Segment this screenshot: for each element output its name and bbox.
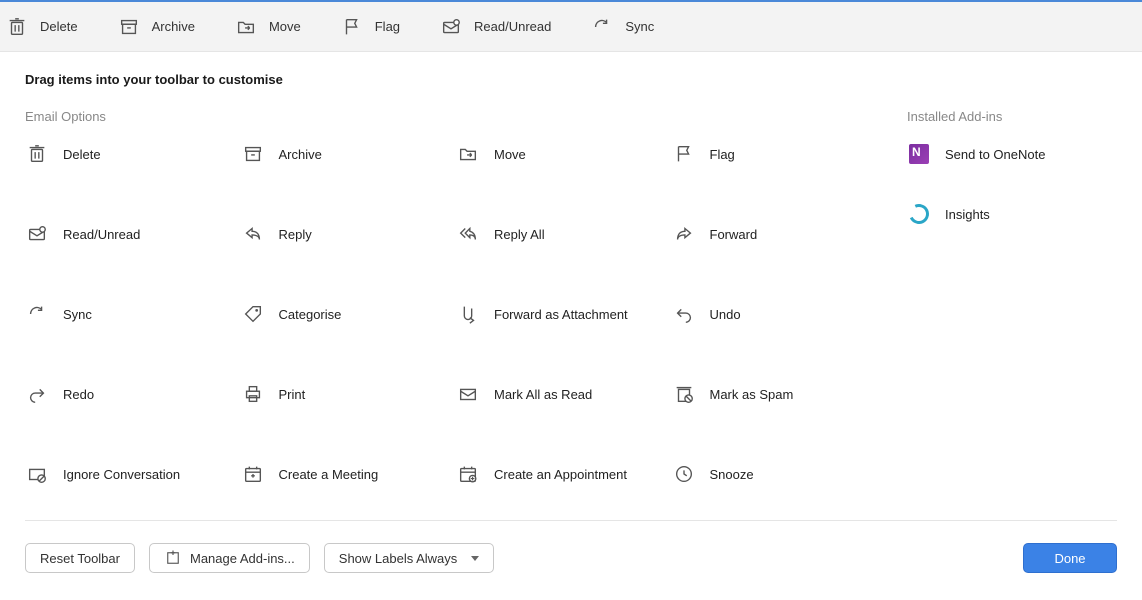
email-options-header: Email Options [25, 109, 877, 124]
option-undo[interactable]: Undo [672, 302, 878, 326]
toolbar-label: Sync [625, 19, 654, 34]
option-label: Move [494, 147, 526, 162]
toolbar-label: Read/Unread [474, 19, 551, 34]
option-categorise[interactable]: Categorise [241, 302, 447, 326]
option-label: Undo [710, 307, 741, 322]
option-flag[interactable]: Flag [672, 142, 878, 166]
sync-icon [591, 16, 613, 38]
ignoreconv-icon [25, 462, 49, 486]
move-icon [235, 16, 257, 38]
option-redo[interactable]: Redo [25, 382, 231, 406]
option-label: Reply All [494, 227, 545, 242]
option-label: Mark All as Read [494, 387, 592, 402]
option-label: Archive [279, 147, 322, 162]
toolbar-item-archive[interactable]: Archive [118, 16, 195, 38]
move-icon [456, 142, 480, 166]
option-label: Redo [63, 387, 94, 402]
forward-icon [672, 222, 696, 246]
option-createappt[interactable]: Create an Appointment [456, 462, 662, 486]
button-label: Done [1054, 551, 1085, 566]
option-label: Print [279, 387, 306, 402]
insights-icon [907, 202, 931, 226]
toolbar-label: Flag [375, 19, 400, 34]
button-label: Reset Toolbar [40, 551, 120, 566]
option-label: Mark as Spam [710, 387, 794, 402]
footer-bar: Reset Toolbar Manage Add-ins... Show Lab… [25, 520, 1117, 573]
onenote-icon [907, 142, 931, 166]
addins-header: Installed Add-ins [907, 109, 1117, 124]
toolbar-item-delete[interactable]: Delete [6, 16, 78, 38]
option-label: Create a Meeting [279, 467, 379, 482]
option-reply[interactable]: Reply [241, 222, 447, 246]
option-label: Delete [63, 147, 101, 162]
option-move[interactable]: Move [456, 142, 662, 166]
addin-icon [164, 549, 182, 567]
flag-icon [341, 16, 363, 38]
addin-onenote[interactable]: Send to OneNote [907, 142, 1117, 166]
option-label: Forward [710, 227, 758, 242]
show-labels-dropdown[interactable]: Show Labels Always [324, 543, 495, 573]
categorise-icon [241, 302, 265, 326]
toolbar-label: Delete [40, 19, 78, 34]
sync-icon [25, 302, 49, 326]
option-ignoreconv[interactable]: Ignore Conversation [25, 462, 231, 486]
option-label: Flag [710, 147, 735, 162]
undo-icon [672, 302, 696, 326]
addin-label: Send to OneNote [945, 147, 1045, 162]
option-createmeeting[interactable]: Create a Meeting [241, 462, 447, 486]
option-replyall[interactable]: Reply All [456, 222, 662, 246]
readunread-icon [25, 222, 49, 246]
option-delete[interactable]: Delete [25, 142, 231, 166]
replyall-icon [456, 222, 480, 246]
fwdattach-icon [456, 302, 480, 326]
delete-icon [6, 16, 28, 38]
option-label: Ignore Conversation [63, 467, 180, 482]
option-label: Forward as Attachment [494, 307, 628, 322]
button-label: Manage Add-ins... [190, 551, 295, 566]
button-label: Show Labels Always [339, 551, 458, 566]
addin-label: Insights [945, 207, 990, 222]
option-forward[interactable]: Forward [672, 222, 878, 246]
instruction-text: Drag items into your toolbar to customis… [0, 52, 1142, 87]
reset-toolbar-button[interactable]: Reset Toolbar [25, 543, 135, 573]
reply-icon [241, 222, 265, 246]
markallread-icon [456, 382, 480, 406]
toolbar: Delete Archive Move Flag Read/Unread Syn… [0, 0, 1142, 52]
toolbar-item-move[interactable]: Move [235, 16, 301, 38]
flag-icon [672, 142, 696, 166]
option-label: Create an Appointment [494, 467, 627, 482]
option-print[interactable]: Print [241, 382, 447, 406]
manage-addins-button[interactable]: Manage Add-ins... [149, 543, 310, 573]
option-label: Read/Unread [63, 227, 140, 242]
toolbar-item-flag[interactable]: Flag [341, 16, 400, 38]
readunread-icon [440, 16, 462, 38]
markspam-icon [672, 382, 696, 406]
toolbar-item-sync[interactable]: Sync [591, 16, 654, 38]
option-label: Categorise [279, 307, 342, 322]
snooze-icon [672, 462, 696, 486]
createappt-icon [456, 462, 480, 486]
option-snooze[interactable]: Snooze [672, 462, 878, 486]
option-readunread[interactable]: Read/Unread [25, 222, 231, 246]
toolbar-label: Move [269, 19, 301, 34]
toolbar-item-readunread[interactable]: Read/Unread [440, 16, 551, 38]
print-icon [241, 382, 265, 406]
option-label: Reply [279, 227, 312, 242]
email-options-grid: Delete Archive Move Flag Read/Unread Rep… [25, 142, 877, 486]
option-markallread[interactable]: Mark All as Read [456, 382, 662, 406]
option-archive[interactable]: Archive [241, 142, 447, 166]
archive-icon [118, 16, 140, 38]
done-button[interactable]: Done [1023, 543, 1117, 573]
delete-icon [25, 142, 49, 166]
option-markspam[interactable]: Mark as Spam [672, 382, 878, 406]
option-fwdattach[interactable]: Forward as Attachment [456, 302, 662, 326]
createmeeting-icon [241, 462, 265, 486]
option-sync[interactable]: Sync [25, 302, 231, 326]
redo-icon [25, 382, 49, 406]
option-label: Sync [63, 307, 92, 322]
toolbar-label: Archive [152, 19, 195, 34]
option-label: Snooze [710, 467, 754, 482]
addin-insights[interactable]: Insights [907, 202, 1117, 226]
archive-icon [241, 142, 265, 166]
